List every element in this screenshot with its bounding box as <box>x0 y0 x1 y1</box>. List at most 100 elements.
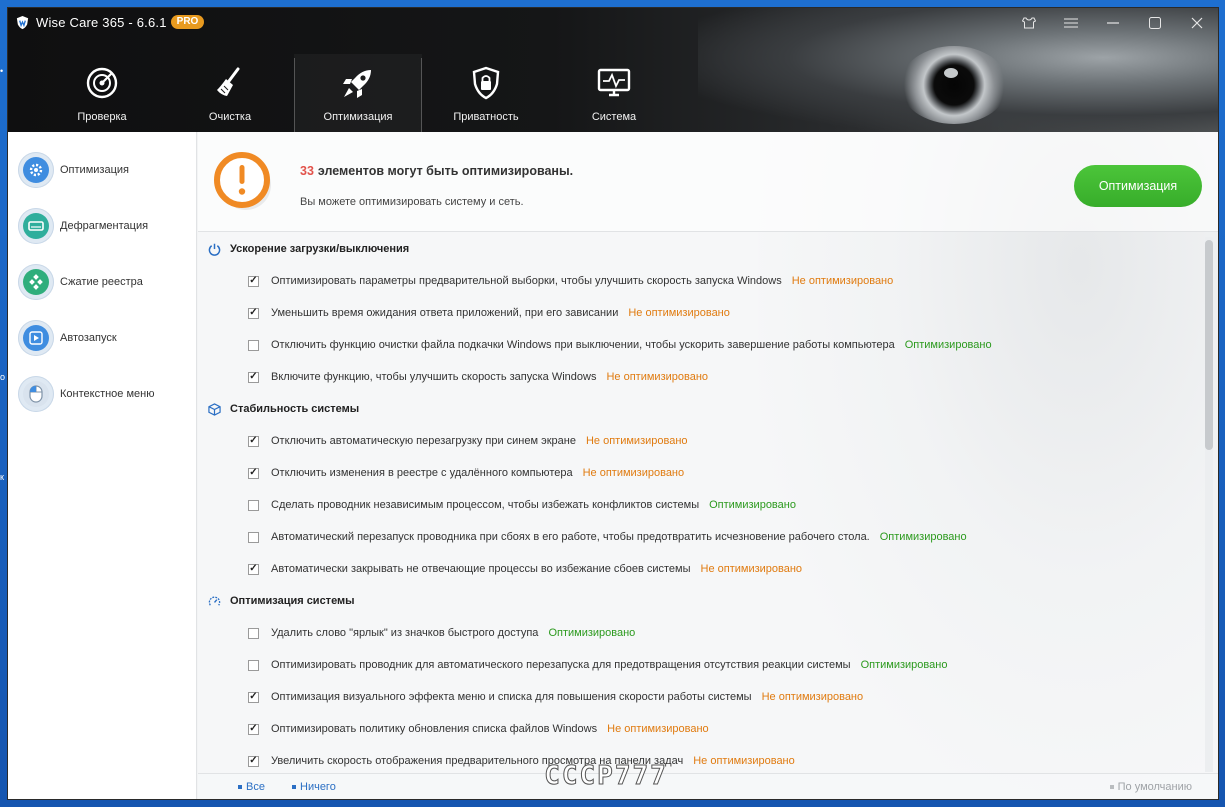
nav-tab-privacy[interactable]: Приватность <box>422 54 550 132</box>
option-checkbox[interactable]: ✓ <box>248 563 259 575</box>
option-status: Не оптимизировано <box>693 755 795 767</box>
option-label: Автоматически закрывать не отвечающие пр… <box>271 563 691 575</box>
option-checkbox[interactable]: ✓ <box>248 435 259 447</box>
option-checkbox[interactable]: ✓ <box>248 467 259 479</box>
option-label: Уменьшить время ожидания ответа приложен… <box>271 307 619 319</box>
issue-count: 33 <box>300 164 314 178</box>
desktop-edge-mark: к <box>0 472 4 482</box>
banner-subtitle: Вы можете оптимизировать систему и сеть. <box>300 196 524 208</box>
option-status: Не оптимизировано <box>761 691 864 703</box>
lock-shield-icon <box>467 64 505 102</box>
option-row[interactable]: ✓ Увеличить скорость отображения предвари… <box>198 745 1208 773</box>
option-checkbox[interactable] <box>248 499 259 511</box>
sidebar-item-optimization[interactable]: Оптимизация <box>8 142 196 198</box>
option-checkbox[interactable]: ✓ <box>248 723 259 735</box>
option-checkbox[interactable] <box>248 531 259 543</box>
option-label: Удалить слово "ярлык" из значков быстрог… <box>271 627 539 639</box>
nav-tab-clean[interactable]: Очистка <box>166 54 294 132</box>
option-checkbox[interactable] <box>248 339 259 351</box>
monitor-icon <box>595 64 633 102</box>
skin-icon[interactable] <box>1008 8 1050 38</box>
option-row[interactable]: ✓ Включите функцию, чтобы улучшить скорос… <box>198 361 1208 393</box>
cube-icon <box>207 402 221 416</box>
checkmark-icon: ✓ <box>249 723 258 734</box>
section-header: Оптимизация системы <box>198 585 1208 617</box>
select-all-link[interactable]: Все <box>238 781 265 793</box>
option-row[interactable]: Удалить слово "ярлык" из значков быстрог… <box>198 617 1208 649</box>
option-label: Сделать проводник независимым процессом,… <box>271 499 700 511</box>
option-label: Оптимизация визуального эффекта меню и с… <box>271 691 752 703</box>
pro-badge: PRO <box>170 15 205 29</box>
nav-label: Проверка <box>77 111 127 123</box>
maximize-icon[interactable] <box>1134 8 1176 38</box>
option-status: Оптимизировано <box>709 499 796 511</box>
option-status: Не оптимизировано <box>607 723 709 735</box>
option-label: Отключить автоматическую перезагрузку пр… <box>271 435 576 447</box>
sidebar-item-defrag[interactable]: Дефрагментация <box>8 198 196 254</box>
option-row[interactable]: ✓ Оптимизировать политику обновления спис… <box>198 713 1208 745</box>
menu-icon[interactable] <box>1050 8 1092 38</box>
main-panel: 33 элементов могут быть оптимизированы. В… <box>198 132 1218 799</box>
option-row[interactable]: ✓ Оптимизировать параметры предварительно… <box>198 265 1208 297</box>
checkmark-icon: ✓ <box>249 691 258 702</box>
option-checkbox[interactable]: ✓ <box>248 755 259 767</box>
option-row[interactable]: ✓ Отключить изменения в реестре с удалённ… <box>198 457 1208 489</box>
option-row[interactable]: ✓ Уменьшить время ожидания ответа приложе… <box>198 297 1208 329</box>
nav-tab-system[interactable]: Система <box>550 54 678 132</box>
app-title: Wise Care 365 - 6.6.1 <box>36 14 167 30</box>
restore-default-link[interactable]: По умолчанию <box>1109 781 1192 793</box>
option-checkbox[interactable] <box>248 659 259 671</box>
main-nav: Проверка Очистка Оптимизация Приватность <box>38 54 678 132</box>
select-none-label: Ничего <box>300 781 336 793</box>
radar-icon <box>83 64 121 102</box>
option-row[interactable]: ✓ Автоматически закрывать не отвечающие п… <box>198 553 1208 585</box>
option-row[interactable]: Сделать проводник независимым процессом,… <box>198 489 1208 521</box>
option-status: Не оптимизировано <box>585 435 688 447</box>
play-icon <box>18 320 54 356</box>
option-status: Оптимизировано <box>548 627 636 639</box>
sidebar-item-registry[interactable]: Сжатие реестра <box>8 254 196 310</box>
rocket-icon <box>339 64 377 102</box>
sidebar-item-label: Дефрагментация <box>60 220 149 232</box>
checkmark-icon: ✓ <box>249 371 258 382</box>
restore-default-label: По умолчанию <box>1117 781 1192 793</box>
option-label: Включите функцию, чтобы улучшить скорост… <box>271 371 597 383</box>
option-checkbox[interactable]: ✓ <box>248 307 259 319</box>
option-status: Не оптимизировано <box>606 371 709 383</box>
sidebar-item-autostart[interactable]: Автозапуск <box>8 310 196 366</box>
option-checkbox[interactable]: ✓ <box>248 275 259 287</box>
sidebar-item-context-menu[interactable]: Контекстное меню <box>8 366 196 422</box>
option-row[interactable]: ✓ Отключить автоматическую перезагрузку п… <box>198 425 1208 457</box>
minimize-icon[interactable] <box>1092 8 1134 38</box>
bullet-icon <box>238 785 242 789</box>
option-label: Отключить функцию очистки файла подкачки… <box>271 339 895 351</box>
option-row[interactable]: ✓ Оптимизация визуального эффекта меню и … <box>198 681 1208 713</box>
speedometer-icon <box>207 594 221 608</box>
optimize-button[interactable]: Оптимизация <box>1074 165 1202 207</box>
scrollbar-thumb[interactable] <box>1205 240 1213 450</box>
nav-tab-optimize[interactable]: Оптимизация <box>294 54 422 132</box>
option-label: Автоматический перезапуск проводника при… <box>271 531 870 543</box>
broom-icon <box>211 64 249 102</box>
app-header: Wise Care 365 - 6.6.1 PRO Проверка Очист… <box>8 8 1218 132</box>
title-bar[interactable]: Wise Care 365 - 6.6.1 PRO <box>8 8 1218 36</box>
registry-icon <box>18 264 54 300</box>
section-header: Стабильность системы <box>198 393 1208 425</box>
option-status: Не оптимизировано <box>628 307 730 319</box>
banner-title-text: элементов могут быть оптимизированы. <box>317 164 574 178</box>
nav-label: Очистка <box>208 111 252 123</box>
option-checkbox[interactable]: ✓ <box>248 691 259 703</box>
eagle-eye-glint <box>944 68 958 78</box>
checkmark-icon: ✓ <box>249 467 258 478</box>
option-checkbox[interactable]: ✓ <box>248 371 259 383</box>
option-row[interactable]: Автоматический перезапуск проводника при… <box>198 521 1208 553</box>
select-none-link[interactable]: Ничего <box>292 781 336 793</box>
option-status: Оптимизировано <box>879 531 967 543</box>
option-row[interactable]: Отключить функцию очистки файла подкачки… <box>198 329 1208 361</box>
close-icon[interactable] <box>1176 8 1218 38</box>
option-row[interactable]: Оптимизировать проводник для автоматичес… <box>198 649 1208 681</box>
option-checkbox[interactable] <box>248 627 259 639</box>
option-status: Не оптимизировано <box>700 563 803 575</box>
option-status: Оптимизировано <box>904 339 992 351</box>
nav-tab-check[interactable]: Проверка <box>38 54 166 132</box>
